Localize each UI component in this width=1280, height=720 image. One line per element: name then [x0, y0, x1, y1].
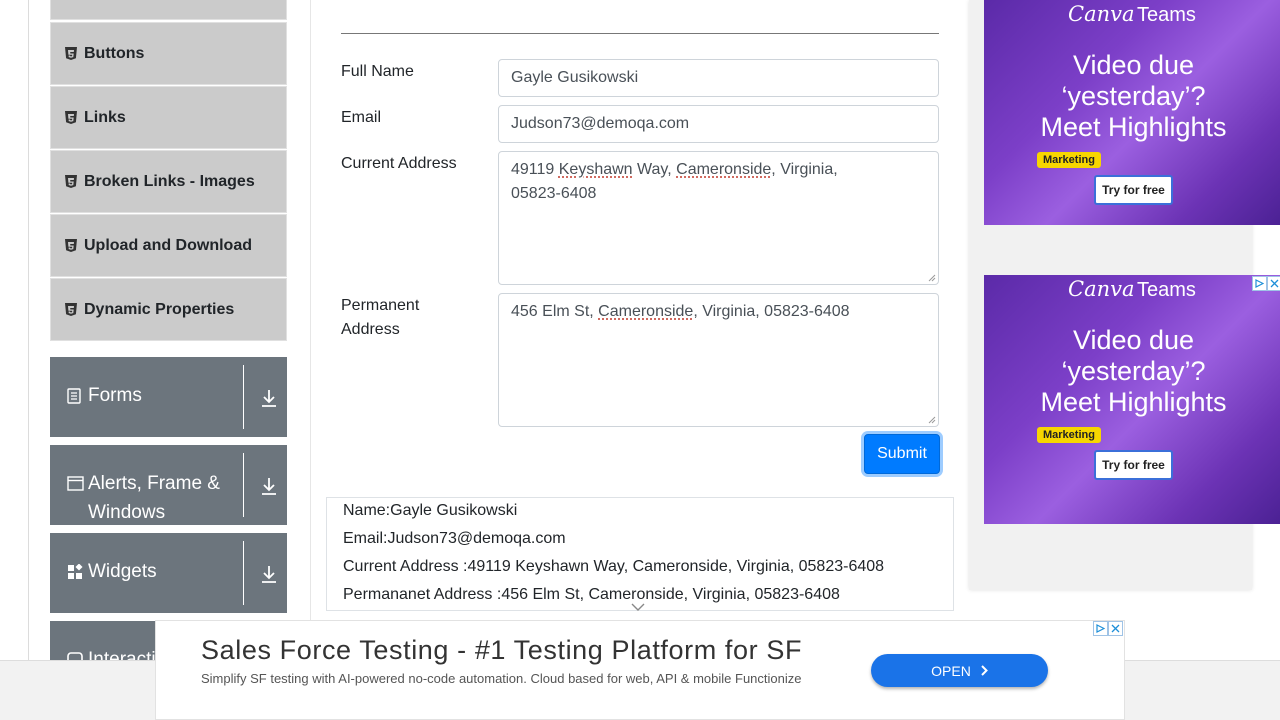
- html5-icon: [65, 239, 77, 252]
- group-divider: [243, 365, 244, 429]
- chevron-right-icon: [981, 665, 988, 676]
- open-label: OPEN: [931, 662, 971, 679]
- widgets-icon: [67, 563, 83, 580]
- group-label: Forms: [88, 385, 142, 406]
- chevron-down-icon[interactable]: [631, 603, 645, 611]
- ad-cta-button[interactable]: Try for free: [1094, 450, 1173, 480]
- group-divider: [243, 541, 244, 605]
- ad-close-icon[interactable]: [1267, 276, 1280, 291]
- sidebar-item-label: Upload and Download: [84, 236, 252, 254]
- sidebar-item-upload-download[interactable]: Upload and Download: [50, 214, 287, 277]
- resize-handle-icon[interactable]: [928, 274, 936, 282]
- html5-icon: [65, 303, 77, 316]
- document-icon: [67, 388, 83, 404]
- group-label-line2: Windows: [88, 502, 166, 523]
- form-top-divider: [341, 33, 939, 34]
- permanent-address-label-line1: Permanent: [341, 297, 420, 314]
- group-label: Interacti: [88, 649, 156, 661]
- sidebar-item-previous[interactable]: [50, 0, 287, 20]
- output-email: Email:Judson73@demoqa.com: [343, 530, 566, 547]
- group-label: Widgets: [88, 561, 157, 582]
- sidebar-item-label: Buttons: [84, 44, 145, 62]
- sidebar-divider: [310, 0, 311, 660]
- ad-banner-canva-2[interactable]: Canva Teams Video due ‘yesterday’? Meet …: [984, 275, 1280, 524]
- ad-brand: Canva: [1068, 2, 1135, 26]
- html5-icon: [65, 175, 77, 188]
- bottom-ad-banner[interactable]: Sales Force Testing - #1 Testing Platfor…: [155, 620, 1125, 720]
- sidebar-item-broken-links[interactable]: Broken Links - Images: [50, 150, 287, 213]
- output-current-address: Current Address :49119 Keyshawn Way, Cam…: [343, 558, 885, 575]
- current-address-label: Current Address: [341, 155, 457, 172]
- download-arrow-icon[interactable]: [261, 565, 277, 583]
- email-input[interactable]: Judson73@demoqa.com: [498, 105, 939, 143]
- sidebar-group-forms[interactable]: Forms: [50, 357, 287, 437]
- bottom-ad-title[interactable]: Sales Force Testing - #1 Testing Platfor…: [201, 635, 802, 666]
- permanent-address-textarea[interactable]: 456 Elm St, Cameronside, Virginia, 05823…: [498, 293, 939, 427]
- output-name: Name:Gayle Gusikowski: [343, 502, 518, 519]
- ad-brand-suffix: Teams: [1137, 279, 1196, 301]
- sidebar-group-alerts-frame-windows[interactable]: Alerts, Frame & Windows: [50, 445, 287, 525]
- adchoices-icon[interactable]: [1093, 621, 1108, 636]
- full-name-label: Full Name: [341, 63, 414, 80]
- group-divider: [243, 453, 244, 517]
- permanent-address-label-line2: Address: [341, 321, 400, 338]
- sidebar-item-dynamic-properties[interactable]: Dynamic Properties: [50, 278, 287, 341]
- ad-headline: Video due ‘yesterday’? Meet Highlights: [1040, 325, 1227, 417]
- sidebar-item-links[interactable]: Links: [50, 86, 287, 149]
- ad-brand: Canva: [1068, 277, 1135, 301]
- group-label-line1: Alerts, Frame &: [88, 473, 220, 494]
- full-name-input[interactable]: Gayle Gusikowski: [498, 59, 939, 97]
- ad-banner-canva-1[interactable]: Canva Teams Video due ‘yesterday’? Meet …: [984, 0, 1280, 225]
- sidebar-item-label: Links: [84, 108, 126, 126]
- output-permanent-address: Permananet Address :456 Elm St, Camerons…: [343, 586, 840, 603]
- current-address-line2: 05823-6408: [511, 185, 597, 202]
- ad-tag: Marketing: [1037, 427, 1101, 443]
- download-arrow-icon[interactable]: [261, 477, 277, 495]
- ad-brand-suffix: Teams: [1137, 4, 1196, 26]
- sidebar-item-buttons[interactable]: Buttons: [50, 22, 287, 85]
- permanent-address-text: 456 Elm St, Cameronside, Virginia, 05823…: [511, 303, 850, 320]
- bottom-ad-description: Simplify SF testing with AI-powered no-c…: [201, 671, 802, 686]
- sidebar-item-label: Broken Links - Images: [84, 172, 255, 190]
- ad-cta-button[interactable]: Try for free: [1094, 175, 1173, 205]
- ad-tag: Marketing: [1037, 152, 1101, 168]
- window-icon: [67, 476, 84, 492]
- left-border: [28, 0, 29, 660]
- adchoices-icon[interactable]: [1252, 276, 1267, 291]
- resize-handle-icon[interactable]: [928, 416, 936, 424]
- download-arrow-icon[interactable]: [261, 389, 277, 407]
- bottom-ad-open-button[interactable]: OPEN: [871, 654, 1048, 687]
- html5-icon: [65, 47, 77, 60]
- html5-icon: [65, 111, 77, 124]
- current-address-textarea[interactable]: 49119 Keyshawn Way, Cameronside, Virgini…: [498, 151, 939, 285]
- email-label: Email: [341, 109, 382, 126]
- output-panel: Name:Gayle Gusikowski Email:Judson73@dem…: [326, 497, 954, 611]
- sidebar-group-widgets[interactable]: Widgets: [50, 533, 287, 613]
- submit-button[interactable]: Submit: [864, 434, 940, 474]
- current-address-line1: 49119 Keyshawn Way, Cameronside, Virgini…: [511, 161, 838, 178]
- sidebar-item-label: Dynamic Properties: [84, 300, 235, 318]
- ad-close-icon[interactable]: [1108, 621, 1123, 636]
- ad-headline: Video due ‘yesterday’? Meet Highlights: [1040, 50, 1227, 142]
